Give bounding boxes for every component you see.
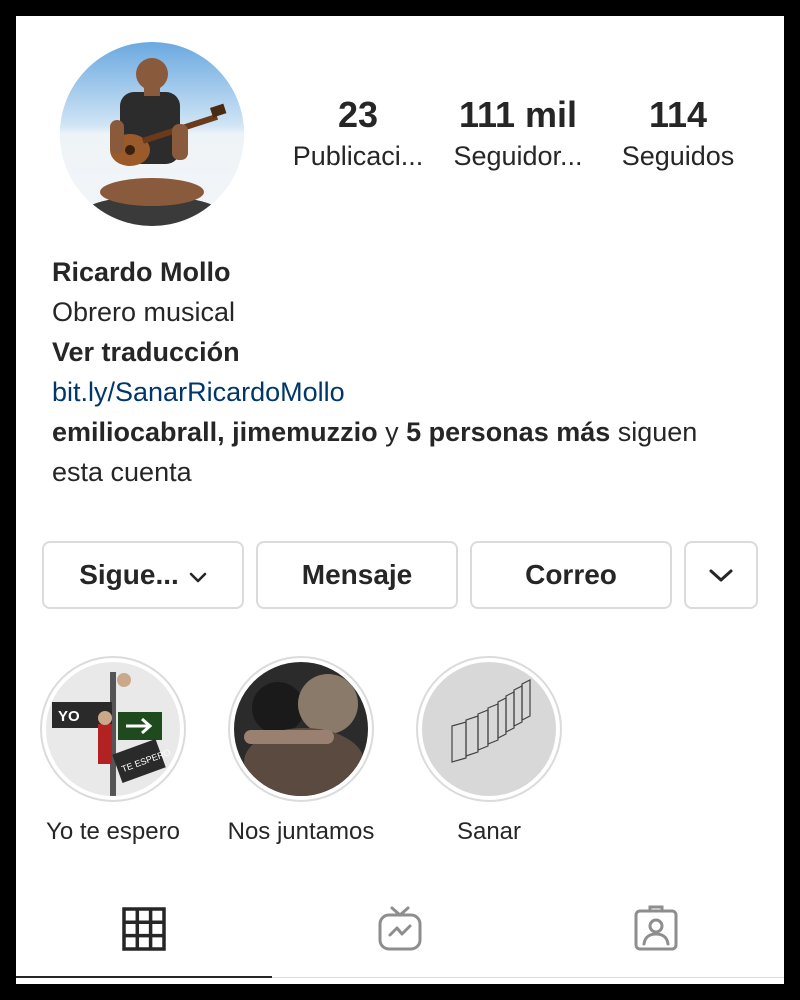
followed-by-user-2[interactable]: jimemuzzio [232,417,378,447]
stat-followers[interactable]: 111 mil Seguidor... [446,94,590,174]
tab-tagged[interactable] [631,904,681,954]
suggestions-button[interactable] [684,541,758,609]
profile-name: Ricardo Mollo [52,257,231,287]
highlight-ring [416,656,562,802]
highlight-cover [234,662,368,796]
following-button[interactable]: Sigue... [42,541,244,609]
profile-link[interactable]: bit.ly/SanarRicardoMollo [52,372,752,412]
chevron-down-icon [189,559,207,591]
profile-bio-text: Obrero musical [52,297,236,327]
profile-screen: 23 Publicaci... 111 mil Seguidor... 114 … [16,16,784,984]
email-button[interactable]: Correo [470,541,672,609]
followed-by[interactable]: emiliocabrall, jimemuzzio y 5 personas m… [52,412,752,492]
active-tab-indicator [16,976,272,978]
followers-label: Seguidor... [453,141,583,171]
sign-yo-text: YO [58,708,80,725]
posts-label: Publicaci... [292,141,424,171]
tab-igtv[interactable] [375,904,425,954]
highlight-nos-juntamos[interactable]: Nos juntamos [226,656,376,846]
message-button[interactable]: Mensaje [256,541,458,609]
highlight-ring [228,656,374,802]
highlight-label: Sanar [456,818,522,845]
highlight-label: Nos juntamos [227,818,375,845]
translate-link[interactable]: Ver traducción [52,332,752,372]
highlight-cover: YO TE ESPERO [46,662,180,796]
highlight-sanar[interactable]: Sanar [414,656,564,846]
email-button-label: Correo [525,559,617,590]
followers-count: 111 mil [458,94,578,135]
highlight-label: Yo te espero [46,818,180,845]
stat-following[interactable]: 114 Seguidos [606,94,750,174]
tab-divider [272,977,784,978]
followed-by-sep: , [217,417,233,447]
stat-posts[interactable]: 23 Publicaci... [286,94,430,174]
followed-by-user-1[interactable]: emiliocabrall [52,417,217,447]
highlight-ring: YO TE ESPERO [40,656,186,802]
highlight-cover [422,662,556,796]
chevron-down-icon [708,559,734,591]
igtv-icon [375,906,425,958]
followed-by-others[interactable]: 5 personas más [406,417,610,447]
posts-count: 23 [337,94,379,135]
followed-by-conj: y [377,417,407,447]
following-count: 114 [648,94,708,135]
profile-bio: Ricardo Mollo Obrero musical Ver traducc… [52,252,752,492]
tab-grid[interactable] [119,904,169,954]
tagged-icon [631,905,681,958]
highlight-yo-te-espero[interactable]: YO TE ESPERO Yo te espero [38,656,188,846]
grid-icon [119,907,169,958]
profile-stats: 23 Publicaci... 111 mil Seguidor... 114 … [16,94,784,184]
following-button-label: Sigue... [79,559,179,590]
following-label: Seguidos [621,141,735,171]
message-button-label: Mensaje [301,559,413,590]
